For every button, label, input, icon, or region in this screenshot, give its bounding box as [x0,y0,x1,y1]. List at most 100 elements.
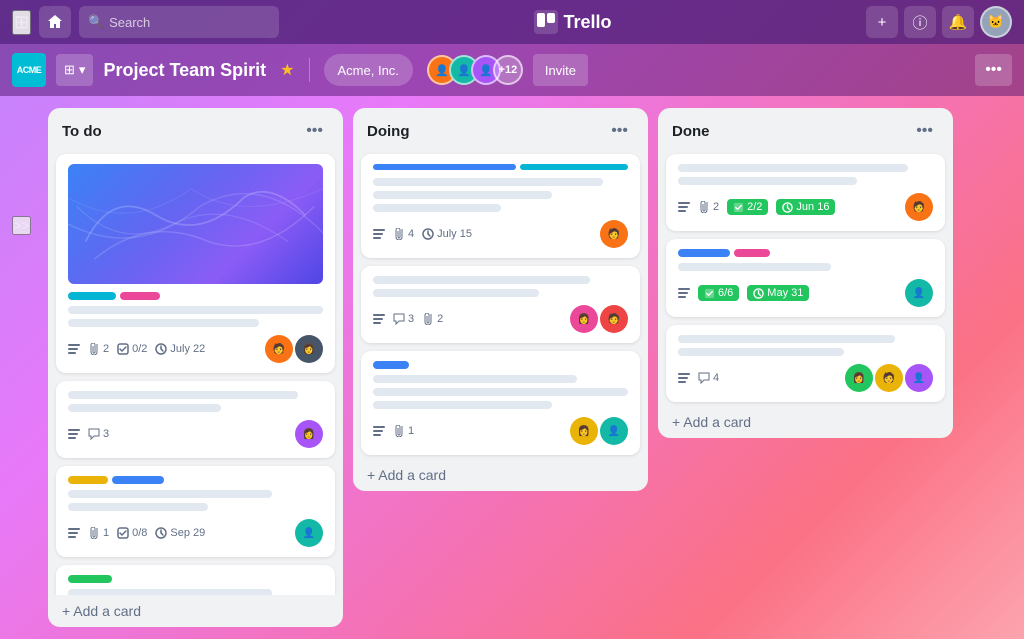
card-todo-3[interactable]: 1 0/8 Sep 29 👤 [56,466,335,557]
add-card-button-doing[interactable]: + Add a card [353,459,648,491]
card-avatar-red: 🧑 [600,305,628,333]
label-pink [120,292,160,300]
card-done-3-title [678,335,933,356]
checklist-done-value: 2/2 [747,201,762,213]
checklist-done-icon [733,202,744,213]
card-done-2[interactable]: 6/6 May 31 👤 [666,239,945,317]
card-doing-1[interactable]: 4 July 15 🧑 [361,154,640,258]
card-done-2-meta: 6/6 May 31 👤 [678,279,933,307]
avatar-face: 🧑 [608,314,620,325]
card-cover [68,164,323,284]
avatar-face: 👤 [479,64,493,77]
invite-button[interactable]: Invite [533,54,588,86]
attachment-count: 2 [103,343,109,355]
column-todo-title: To do [62,123,102,140]
text-line [68,306,323,314]
description-icon-item [373,425,385,437]
column-doing-menu[interactable]: ••• [605,120,634,142]
avatar-face: 👤 [913,373,925,384]
column-todo-menu[interactable]: ••• [300,120,329,142]
description-icon [373,425,385,437]
avatar-face: 🧑 [883,373,895,384]
card-avatar-yellow: 🧑 [875,364,903,392]
header-divider [309,58,310,82]
card-doing-3[interactable]: 1 👩 👤 [361,351,640,455]
card-todo-1-meta: 2 0/2 July 22 🧑 [68,335,323,363]
comments-item: 3 [393,313,414,325]
acme-logo[interactable]: ACME [12,53,46,87]
text-line [678,177,857,185]
attachment-icon [698,201,710,213]
card-done-3[interactable]: 4 👩 🧑 👤 [666,325,945,402]
description-icon [68,428,80,440]
card-todo-1[interactable]: 2 0/2 July 22 🧑 [56,154,335,373]
attachments-item: 1 [88,527,109,539]
avatar-face: 👩 [303,344,315,355]
attachment-count: 2 [713,201,719,213]
info-icon: ⓘ [912,12,927,33]
date-item: July 22 [155,343,205,355]
notifications-button[interactable]: 🔔 [942,6,974,38]
checklist-icon [117,527,129,539]
add-card-button-done[interactable]: + Add a card [658,406,953,438]
text-line [373,178,603,186]
card-done-1-meta: 2 2/2 Jun 16 🧑 [678,193,933,221]
board-view-button[interactable]: ⊞ ▾ [56,54,93,86]
workspace-button[interactable]: Acme, Inc. [324,54,413,86]
label-yellow [68,476,108,484]
text-line [373,388,628,396]
card-avatar-teal: 👤 [600,417,628,445]
info-button[interactable]: ⓘ [904,6,936,38]
card-done-3-meta: 4 👩 🧑 👤 [678,364,933,392]
card-avatar-orange: 🧑 [905,193,933,221]
comments-item: 3 [88,428,109,440]
avatar-face: 👤 [457,64,471,77]
attachment-count: 4 [408,228,414,240]
column-doing-cards: 4 July 15 🧑 [353,150,648,459]
column-doing-header: Doing ••• [353,108,648,150]
sidebar-collapse-button[interactable]: >> [12,216,31,235]
text-line [373,289,539,297]
checklist-item: 0/8 [117,527,147,539]
attachment-icon [88,527,100,539]
card-todo-2-title [68,391,323,412]
card-doing-2-meta: 3 2 👩 🧑 [373,305,628,333]
card-done-1-avatars: 🧑 [905,193,933,221]
attachments-item: 2 [422,313,443,325]
card-todo-2[interactable]: 3 👩 [56,381,335,458]
card-done-1[interactable]: 2 2/2 Jun 16 🧑 [666,154,945,231]
comment-icon [698,372,710,384]
card-avatar-green: 👩 [845,364,873,392]
add-button[interactable]: + [866,6,898,38]
description-icon-item [678,372,690,384]
member-count-badge[interactable]: +12 [493,55,523,85]
card-todo-2-meta: 3 👩 [68,420,323,448]
card-done-2-title [678,263,933,271]
add-card-button-todo[interactable]: + Add a card [48,595,343,627]
card-avatar-dark: 👩 [295,335,323,363]
grid-menu-button[interactable]: ⊞ [12,10,31,35]
star-button[interactable]: ★ [280,60,294,80]
column-done-cards: 2 2/2 Jun 16 🧑 [658,150,953,406]
cover-svg [68,164,323,284]
card-todo-4[interactable] [56,565,335,595]
attachment-count: 1 [408,425,414,437]
text-line [678,335,895,343]
column-done: Done ••• 2 [658,108,953,438]
more-options-button[interactable]: ••• [975,54,1012,86]
bell-icon: 🔔 [949,13,968,31]
card-doing-2-title [373,276,628,297]
checklist-done-item: 2/2 [727,199,768,215]
search-input[interactable] [79,6,279,38]
date-done-value: May 31 [767,287,803,299]
description-icon-item [68,428,80,440]
date-done-item: May 31 [747,285,809,301]
card-doing-2[interactable]: 3 2 👩 🧑 [361,266,640,343]
comments-count: 4 [713,372,719,384]
home-button[interactable] [39,6,71,38]
text-line [678,263,831,271]
description-icon-item [678,287,690,299]
column-done-menu[interactable]: ••• [910,120,939,142]
user-avatar[interactable]: 🐱 [980,6,1012,38]
board-grid-icon: ⊞ [64,62,75,78]
